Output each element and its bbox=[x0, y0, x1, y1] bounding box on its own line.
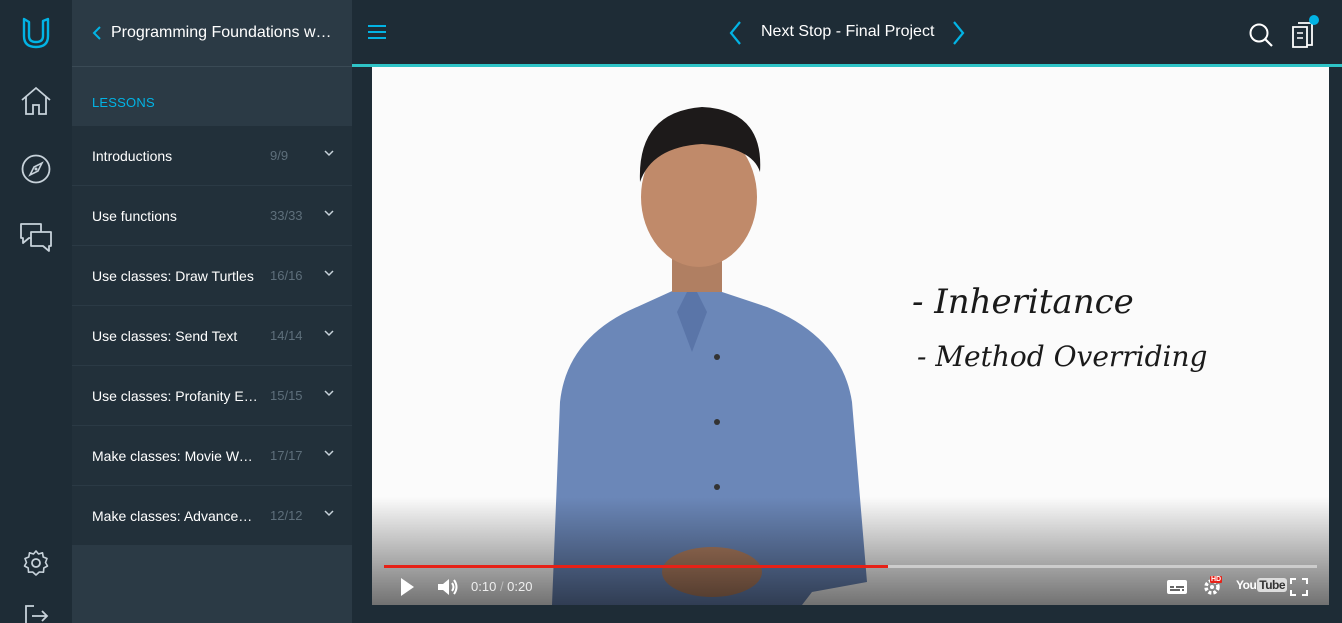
chevron-down-icon[interactable] bbox=[324, 150, 334, 157]
lesson-item[interactable]: Make classes: Movie Website 17/17 bbox=[72, 426, 352, 486]
whiteboard-line: - Method Overriding bbox=[917, 340, 1208, 373]
udacity-logo-icon[interactable] bbox=[0, 9, 72, 57]
concept-title: Next Stop - Final Project bbox=[761, 23, 935, 40]
video-progress-bar[interactable] bbox=[384, 565, 1317, 568]
lesson-item[interactable]: Use classes: Profanity Editor 15/15 bbox=[72, 366, 352, 426]
compass-icon[interactable] bbox=[0, 145, 72, 193]
chevron-down-icon[interactable] bbox=[324, 450, 334, 457]
lesson-item[interactable]: Make classes: Advanced Topics 12/12 bbox=[72, 486, 352, 546]
current-time: 0:10 bbox=[471, 579, 497, 594]
youtube-tube: Tube bbox=[1257, 578, 1288, 592]
lesson-name: Use classes: Profanity Editor bbox=[92, 387, 260, 404]
settings-icon[interactable] bbox=[0, 539, 72, 587]
logout-icon[interactable] bbox=[0, 592, 72, 623]
icon-rail bbox=[0, 0, 72, 623]
lesson-count: 12/12 bbox=[270, 508, 303, 523]
video-time: 0:10 / 0:20 bbox=[471, 579, 532, 594]
video-player[interactable]: - Inheritance - Method Overriding 0:10 /… bbox=[372, 67, 1329, 605]
lesson-item[interactable]: Use functions 33/33 bbox=[72, 186, 352, 246]
whiteboard-line: - Inheritance bbox=[912, 282, 1134, 322]
hd-badge: HD bbox=[1210, 576, 1223, 583]
chevron-down-icon[interactable] bbox=[324, 270, 334, 277]
home-icon[interactable] bbox=[0, 77, 72, 125]
main-content: - Inheritance - Method Overriding 0:10 /… bbox=[352, 67, 1342, 623]
lessons-sidebar: Programming Foundations with Python LESS… bbox=[72, 0, 352, 623]
search-icon[interactable] bbox=[1248, 22, 1274, 48]
duration: 0:20 bbox=[507, 579, 533, 594]
lesson-count: 9/9 bbox=[270, 148, 289, 163]
lessons-section-label: LESSONS bbox=[92, 95, 155, 110]
fullscreen-icon[interactable] bbox=[1290, 578, 1308, 596]
chevron-right-icon[interactable] bbox=[952, 20, 966, 46]
chevron-down-icon[interactable] bbox=[324, 510, 334, 517]
lesson-name: Use functions bbox=[92, 207, 177, 224]
chevron-down-icon[interactable] bbox=[324, 330, 334, 337]
lesson-name: Use classes: Draw Turtles bbox=[92, 267, 254, 284]
lesson-count: 15/15 bbox=[270, 388, 303, 403]
chevron-left-icon[interactable] bbox=[728, 20, 742, 46]
chevron-down-icon[interactable] bbox=[324, 210, 334, 217]
youtube-you: You bbox=[1236, 578, 1257, 592]
volume-icon[interactable] bbox=[436, 576, 460, 598]
notification-dot bbox=[1309, 15, 1319, 25]
lesson-item[interactable]: Use classes: Draw Turtles 16/16 bbox=[72, 246, 352, 306]
captions-icon[interactable] bbox=[1166, 578, 1188, 596]
course-title: Programming Foundations with Python bbox=[111, 24, 333, 41]
lesson-name: Introductions bbox=[92, 147, 173, 164]
play-icon[interactable] bbox=[398, 576, 416, 598]
top-header: Next Stop - Final Project bbox=[352, 0, 1342, 64]
lesson-item[interactable]: Use classes: Send Text 14/14 bbox=[72, 306, 352, 366]
lesson-count: 16/16 bbox=[270, 268, 303, 283]
youtube-logo[interactable]: You Tube bbox=[1236, 578, 1288, 592]
lesson-count: 33/33 bbox=[270, 208, 303, 223]
lesson-item[interactable]: Introductions 9/9 bbox=[72, 126, 352, 186]
menu-icon[interactable] bbox=[364, 20, 390, 44]
lesson-name: Make classes: Movie Website bbox=[92, 447, 260, 464]
chat-icon[interactable] bbox=[0, 213, 72, 261]
lesson-name: Make classes: Advanced Topics bbox=[92, 507, 260, 524]
course-back-link[interactable]: Programming Foundations with Python bbox=[72, 0, 352, 67]
lesson-count: 17/17 bbox=[270, 448, 303, 463]
chevron-down-icon[interactable] bbox=[324, 390, 334, 397]
video-progress-fill bbox=[384, 565, 888, 568]
lesson-count: 14/14 bbox=[270, 328, 303, 343]
lesson-name: Use classes: Send Text bbox=[92, 327, 238, 344]
chevron-left-icon bbox=[92, 26, 101, 40]
